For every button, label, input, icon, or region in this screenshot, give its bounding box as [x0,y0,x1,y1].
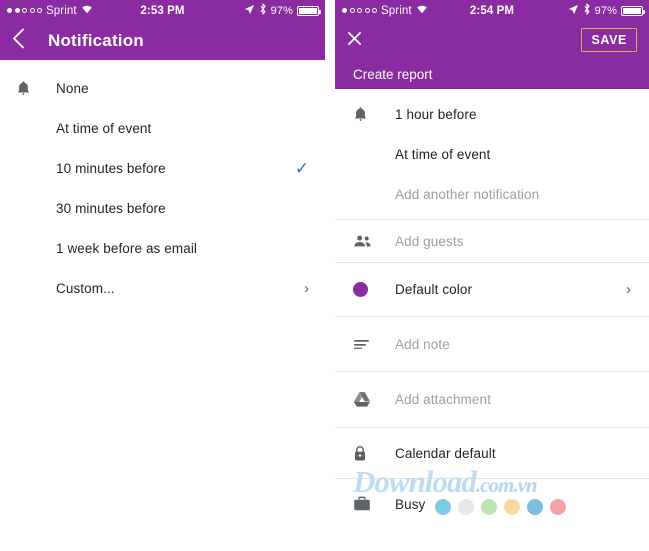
default-color-label: Default color [395,282,473,297]
calendar-default-label: Calendar default [395,445,496,461]
signal-strength-dots [7,8,42,13]
color-dot-icon [353,282,395,297]
list-item[interactable]: 1 week before as email [0,228,325,268]
wifi-icon [416,4,428,17]
bluetooth-icon [583,2,591,18]
dual-screenshot: Sprint 2:53 PM 97% Notification None At … [0,0,649,551]
battery-icon [297,5,321,16]
list-item[interactable]: 30 minutes before [0,188,325,228]
briefcase-icon [353,496,395,512]
app-bar-actions: SAVE [335,21,649,59]
location-arrow-icon [568,4,579,18]
signal-strength-dots [342,8,377,13]
add-notification-label: Add another notification [395,186,540,202]
list-item-label: 10 minutes before [56,160,166,176]
notification-options-list: None At time of event 10 minutes before … [0,68,325,308]
default-color-row[interactable]: Default color › [335,263,649,316]
chevron-left-icon[interactable] [12,28,38,53]
notification-app-bar: Notification [0,21,325,60]
add-attachment-row[interactable]: Add attachment [335,372,649,427]
event-details-list: 1 hour before At time of event Add anoth… [335,89,649,529]
chevron-right-icon: › [626,281,631,298]
notification-label: At time of event [395,146,491,162]
notification-screen: Sprint 2:53 PM 97% Notification None At … [0,0,325,551]
notification-row-1[interactable]: 1 hour before [335,94,649,134]
busy-row[interactable]: Busy [335,479,649,529]
calendar-default-row[interactable]: Calendar default [335,428,649,478]
list-item[interactable]: At time of event [0,108,325,148]
people-icon [353,234,395,248]
event-title-field[interactable]: Create report [335,59,649,89]
panel-gap [325,0,335,551]
battery-percent-label: 97% [594,4,617,17]
notification-row-2[interactable]: At time of event [335,134,649,174]
list-item-label: At time of event [56,120,152,136]
list-item-label: 1 week before as email [56,240,198,256]
google-drive-icon [353,391,395,408]
bell-icon [16,80,56,97]
status-bar-carrier-group: Sprint [0,4,93,17]
add-attachment-label: Add attachment [395,392,491,407]
list-item-label: None [56,80,89,96]
list-item-selected[interactable]: 10 minutes before ✓ [0,148,325,188]
left-status-bar: Sprint 2:53 PM 97% [0,0,325,21]
notes-icon [353,338,395,350]
create-event-screen: Sprint 2:54 PM 97% SAVE Create report 1 … [335,0,649,551]
list-item-label: 30 minutes before [56,200,166,216]
chevron-right-icon: › [304,279,309,297]
bluetooth-icon [259,2,267,18]
add-another-notification-row[interactable]: Add another notification [335,174,649,214]
list-item-custom[interactable]: Custom... › [0,268,325,308]
status-bar-indicators: 97% [244,2,325,18]
add-note-row[interactable]: Add note [335,317,649,371]
carrier-label: Sprint [381,4,412,17]
wifi-icon [81,4,93,17]
status-bar-indicators: 97% [568,2,649,18]
lock-icon [353,445,395,462]
event-title-text: Create report [353,66,433,82]
busy-label: Busy [395,496,426,512]
list-item-label: Custom... [56,280,115,296]
save-button[interactable]: SAVE [581,28,637,52]
add-guests-label: Add guests [395,233,464,249]
page-title: Notification [48,30,144,50]
checkmark-icon: ✓ [294,158,309,178]
battery-percent-label: 97% [270,4,293,17]
list-item[interactable]: None [0,68,325,108]
location-arrow-icon [244,4,255,18]
create-event-app-bar: SAVE Create report [335,21,649,89]
bell-icon [353,106,395,123]
close-icon[interactable] [347,31,362,49]
notification-label: 1 hour before [395,106,477,122]
add-guests-row[interactable]: Add guests [335,220,649,262]
right-status-bar: Sprint 2:54 PM 97% [335,0,649,21]
carrier-label: Sprint [46,4,77,17]
add-note-label: Add note [395,336,450,352]
battery-icon [621,5,645,16]
status-bar-carrier-group: Sprint [335,4,428,17]
